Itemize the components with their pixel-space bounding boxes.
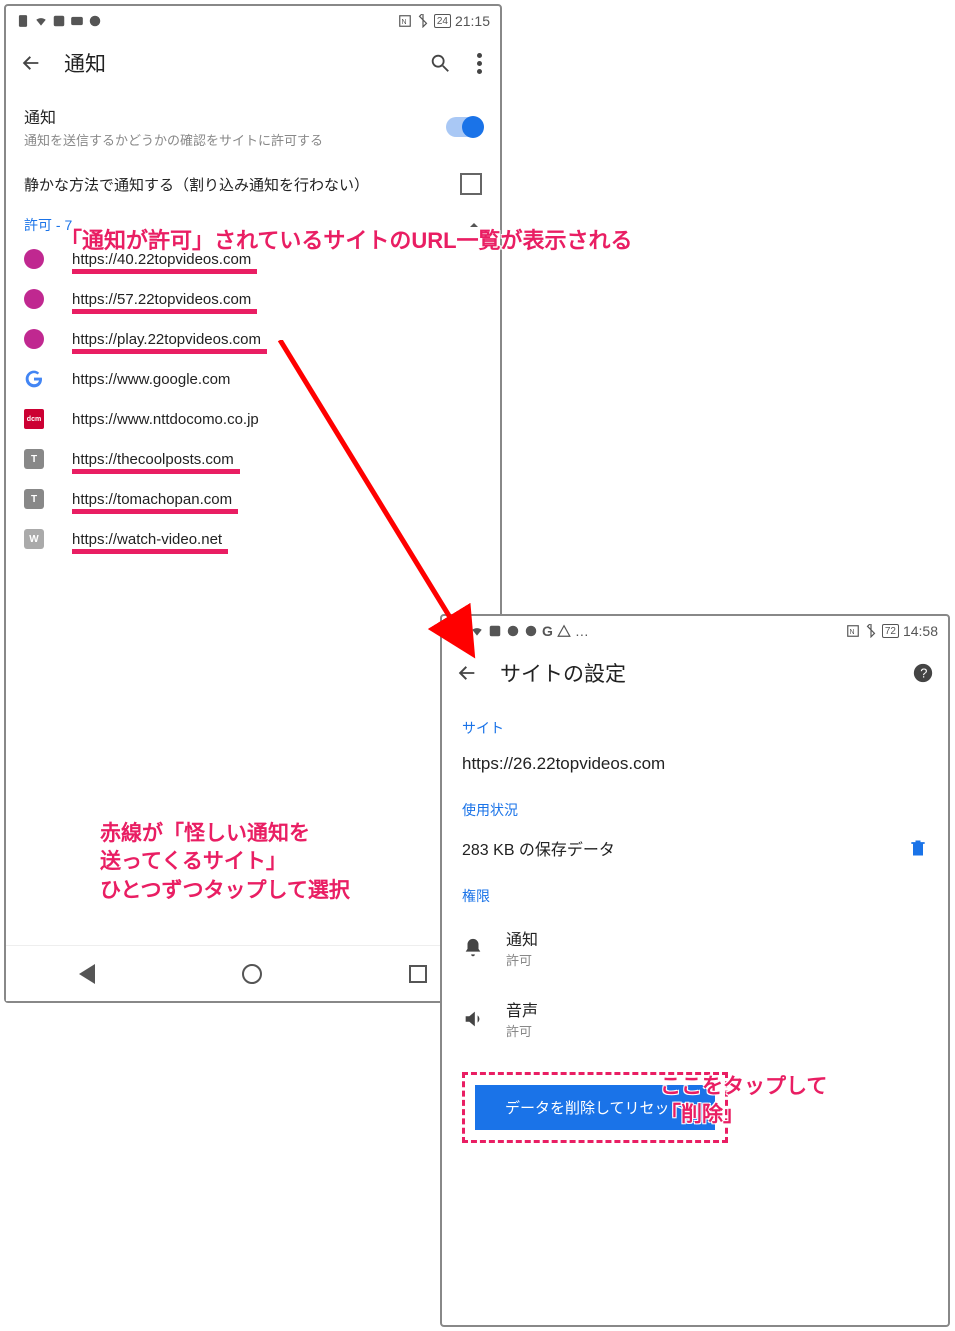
site-section-header: サイト xyxy=(442,702,948,744)
favicon-letter: T xyxy=(24,449,44,469)
status-left-icons: G … xyxy=(452,623,589,639)
overflow-menu-icon[interactable] xyxy=(473,49,486,78)
more-icon: … xyxy=(575,623,589,639)
app-bar: サイトの設定 ? xyxy=(442,644,948,702)
notification-toggle-row[interactable]: 通知 通知を送信するかどうかの確認をサイトに許可する xyxy=(6,92,500,161)
battery-level: 24 xyxy=(434,14,451,28)
perm-sound-label: 音声 xyxy=(506,997,538,1021)
checkbox-unchecked[interactable] xyxy=(460,173,482,195)
usage-section-header: 使用状況 xyxy=(442,784,948,826)
annotation-suspicious-sites: 赤線が「怪しい通知を 送ってくるサイト」 ひとつずつタップして選択 xyxy=(100,820,350,905)
site-item[interactable]: https://www.google.com xyxy=(6,359,500,399)
site-url: https://57.22topvideos.com xyxy=(72,291,251,308)
status-right: N 24 21:15 xyxy=(398,13,490,29)
annotation-tap-delete: ここをタップして 「削除」 xyxy=(660,1073,827,1130)
search-icon[interactable] xyxy=(429,52,451,74)
perm-notif-state: 許可 xyxy=(506,950,538,969)
quiet-label: 静かな方法で通知する（割り込み通知を行わない） xyxy=(24,174,460,195)
status-bar: G … N 72 14:58 xyxy=(442,616,948,644)
trash-icon[interactable] xyxy=(908,838,928,858)
site-url: https://watch-video.net xyxy=(72,531,222,548)
toggle-switch-on[interactable] xyxy=(446,117,482,137)
site-item[interactable]: Thttps://thecoolposts.com xyxy=(6,439,500,479)
speaker-icon xyxy=(462,1008,484,1030)
bluetooth-icon xyxy=(864,624,878,638)
youtube-icon xyxy=(70,14,84,28)
status-bar: N 24 21:15 xyxy=(6,6,500,34)
page-title: サイトの設定 xyxy=(500,658,890,688)
notif-label: 通知 xyxy=(24,104,446,128)
warn-icon xyxy=(557,624,571,638)
svg-text:?: ? xyxy=(920,666,927,681)
notif-sublabel: 通知を送信するかどうかの確認をサイトに許可する xyxy=(24,130,446,149)
nfc-icon: N xyxy=(398,14,412,28)
perm-sound-state: 許可 xyxy=(506,1021,538,1040)
favicon-google xyxy=(24,369,44,389)
app-icon xyxy=(488,624,502,638)
g-icon: G xyxy=(542,623,553,639)
svg-text:N: N xyxy=(849,629,854,636)
app-bar: 通知 xyxy=(6,34,500,92)
nav-back-icon[interactable] xyxy=(79,964,95,984)
usage-row: 283 KB の保存データ xyxy=(442,826,948,870)
permissions-section-header: 権限 xyxy=(442,870,948,912)
svg-text:N: N xyxy=(401,19,406,26)
perm-notif-label: 通知 xyxy=(506,926,538,950)
site-url: https://26.22topvideos.com xyxy=(462,754,665,774)
back-arrow-icon[interactable] xyxy=(456,662,478,684)
allowed-sites-list: https://40.22topvideos.comhttps://57.22t… xyxy=(6,239,500,559)
annotation-allowed-list: 「通知が許可」されているサイトのURL一覧が表示される xyxy=(60,226,633,256)
site-url: https://www.nttdocomo.co.jp xyxy=(72,411,259,428)
quiet-notify-row[interactable]: 静かな方法で通知する（割り込み通知を行わない） xyxy=(6,161,500,207)
phone-right: G … N 72 14:58 サイトの設定 ? サイト https://26.2… xyxy=(440,614,950,1327)
site-item[interactable]: Thttps://tomachopan.com xyxy=(6,479,500,519)
favicon-generic xyxy=(24,249,44,269)
status-left-icons xyxy=(16,14,102,28)
favicon-generic xyxy=(24,329,44,349)
bluetooth-icon xyxy=(416,14,430,28)
site-item[interactable]: Whttps://watch-video.net xyxy=(6,519,500,559)
site-url-row: https://26.22topvideos.com xyxy=(442,744,948,784)
bell-icon xyxy=(462,937,484,959)
nav-bar xyxy=(6,945,500,1001)
chat-icon xyxy=(524,624,538,638)
site-item[interactable]: https://play.22topvideos.com xyxy=(6,319,500,359)
status-time: 21:15 xyxy=(455,13,490,29)
wifi-icon xyxy=(34,14,48,28)
back-arrow-icon[interactable] xyxy=(20,52,42,74)
site-url: https://tomachopan.com xyxy=(72,491,232,508)
site-url: https://www.google.com xyxy=(72,371,230,388)
nfc-icon: N xyxy=(846,624,860,638)
chat-icon xyxy=(88,14,102,28)
chrome-icon xyxy=(506,624,520,638)
wifi-icon xyxy=(470,624,484,638)
status-time: 14:58 xyxy=(903,623,938,639)
help-icon[interactable]: ? xyxy=(912,662,934,684)
nav-home-icon[interactable] xyxy=(242,964,262,984)
nav-recent-icon[interactable] xyxy=(409,965,427,983)
page-title: 通知 xyxy=(64,48,407,78)
usage-value: 283 KB の保存データ xyxy=(462,836,615,860)
favicon-generic xyxy=(24,289,44,309)
favicon-letter: T xyxy=(24,489,44,509)
status-right: N 72 14:58 xyxy=(846,623,938,639)
site-url: https://thecoolposts.com xyxy=(72,451,234,468)
site-url: https://play.22topvideos.com xyxy=(72,331,261,348)
site-item[interactable]: dcm https://www.nttdocomo.co.jp xyxy=(6,399,500,439)
battery-level: 72 xyxy=(882,624,899,638)
permission-notification-row[interactable]: 通知 許可 xyxy=(442,912,948,983)
favicon-letter: W xyxy=(24,529,44,549)
sim-icon xyxy=(452,624,466,638)
favicon-docomo: dcm xyxy=(24,409,44,429)
sim-icon xyxy=(16,14,30,28)
app-icon xyxy=(52,14,66,28)
site-item[interactable]: https://57.22topvideos.com xyxy=(6,279,500,319)
permission-sound-row[interactable]: 音声 許可 xyxy=(442,983,948,1054)
